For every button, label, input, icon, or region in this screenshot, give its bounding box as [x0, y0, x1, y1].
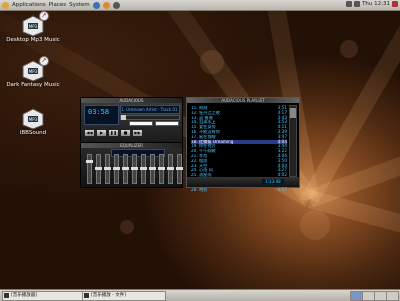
- top-panel: Applications Places System Thu 12:31: [0, 0, 400, 11]
- desktop-icon[interactable]: MP3 ↗ Dark Fantasy Music: [3, 56, 63, 88]
- media-folder-icon: MP3: [22, 108, 44, 130]
- eq-band-slider[interactable]: [104, 154, 111, 184]
- time-display: 03:58: [84, 105, 119, 125]
- window-icon: [4, 293, 9, 298]
- svg-text:MP3: MP3: [29, 24, 38, 29]
- wallpaper-bokeh: [340, 40, 358, 58]
- desktop-icon[interactable]: MP3 iBBSound: [3, 108, 63, 136]
- stop-button[interactable]: ■: [120, 129, 131, 137]
- seek-knob[interactable]: [121, 115, 126, 120]
- media-folder-icon: MP3 ↗: [22, 11, 49, 37]
- desktop-icon-label: Desktop Mp3 Music: [6, 37, 60, 43]
- eq-band-slider[interactable]: [122, 154, 129, 184]
- eq-band-slider[interactable]: [113, 154, 120, 184]
- audio-player-window[interactable]: AUDACIOUS 03:58 1. Unknown Artist - Trac…: [80, 97, 183, 143]
- link-badge-icon: ↗: [39, 56, 49, 66]
- wallpaper-bokeh: [300, 210, 330, 240]
- eq-band-slider[interactable]: [167, 154, 174, 184]
- window-icon: [84, 293, 89, 298]
- time-readout: 03:58: [88, 108, 110, 116]
- track-title: 28. 吻别: [191, 187, 208, 192]
- volume-slider[interactable]: [129, 121, 153, 126]
- eq-band-slider[interactable]: [131, 154, 138, 184]
- eq-band-slider[interactable]: [149, 154, 156, 184]
- wallpaper-ray: [307, 190, 400, 289]
- player-title-bar[interactable]: AUDACIOUS: [81, 98, 182, 103]
- pause-button[interactable]: ❚❚: [108, 129, 119, 137]
- help-icon[interactable]: [112, 1, 120, 9]
- web-browser-icon[interactable]: [92, 1, 100, 9]
- volume-icon[interactable]: [354, 1, 361, 7]
- desktop-icon-label: Dark Fantasy Music: [6, 82, 60, 88]
- menu-system[interactable]: System: [69, 2, 90, 8]
- playlist-total-time: 1:13:48: [262, 179, 284, 184]
- eq-band-slider[interactable]: [176, 154, 183, 184]
- playlist-row[interactable]: 28. 吻别 4:57: [191, 186, 287, 193]
- power-icon[interactable]: [392, 1, 398, 7]
- playlist-footer: 1:13:48: [187, 177, 299, 187]
- equalizer-title-bar[interactable]: EQUALIZER: [81, 143, 182, 148]
- desktop-icon[interactable]: MP3 ↗ Desktop Mp3 Music: [3, 11, 63, 43]
- eq-band-slider[interactable]: [95, 154, 102, 184]
- ubuntu-logo-icon[interactable]: [2, 1, 9, 9]
- svg-text:MP3: MP3: [29, 69, 38, 74]
- balance-slider[interactable]: [155, 121, 179, 126]
- bottom-panel: [音乐播放器] [音乐播放 - 文件]: [0, 289, 400, 301]
- desktop: MP3 ↗ Desktop Mp3 Music MP3 ↗ Dark Fanta…: [0, 10, 400, 289]
- link-badge-icon: ↗: [39, 11, 49, 21]
- scroll-thumb[interactable]: [290, 108, 296, 118]
- track-duration: 4:57: [277, 186, 287, 192]
- track-info-scroller: 1. Unknown Artist - Track 01 (4:51): [120, 105, 180, 114]
- wallpaper-bokeh: [200, 50, 224, 74]
- eq-preamp-slider[interactable]: [86, 154, 93, 184]
- mail-icon[interactable]: [102, 1, 110, 9]
- taskbar-item-label: [音乐播放 - 文件]: [91, 293, 126, 298]
- play-button[interactable]: ▶: [96, 129, 107, 137]
- menu-applications[interactable]: Applications: [12, 2, 46, 8]
- taskbar-item-label: [音乐播放器]: [11, 293, 38, 298]
- media-folder-icon: MP3 ↗: [22, 56, 49, 82]
- next-button[interactable]: ▶▶: [132, 129, 143, 137]
- previous-button[interactable]: ◀◀: [84, 129, 95, 137]
- svg-text:MP3: MP3: [29, 117, 38, 122]
- playlist-window[interactable]: AUDACIOUS PLAYLIST 11. 刻刻 3:51 12. 牡丹江之夜 4:…: [186, 97, 300, 191]
- wallpaper-bokeh: [120, 220, 134, 234]
- equalizer-window[interactable]: EQUALIZER: [80, 142, 183, 188]
- network-icon[interactable]: [346, 1, 353, 7]
- desktop-icon-label: iBBSound: [19, 130, 47, 136]
- playlist-scrollbar[interactable]: [289, 105, 297, 177]
- seek-bar[interactable]: [120, 115, 180, 120]
- playlist-title-bar[interactable]: AUDACIOUS PLAYLIST: [187, 98, 299, 103]
- clock[interactable]: Thu 12:31: [362, 1, 390, 7]
- menu-places[interactable]: Places: [49, 2, 67, 8]
- eq-band-slider[interactable]: [140, 154, 147, 184]
- eq-band-slider[interactable]: [158, 154, 165, 184]
